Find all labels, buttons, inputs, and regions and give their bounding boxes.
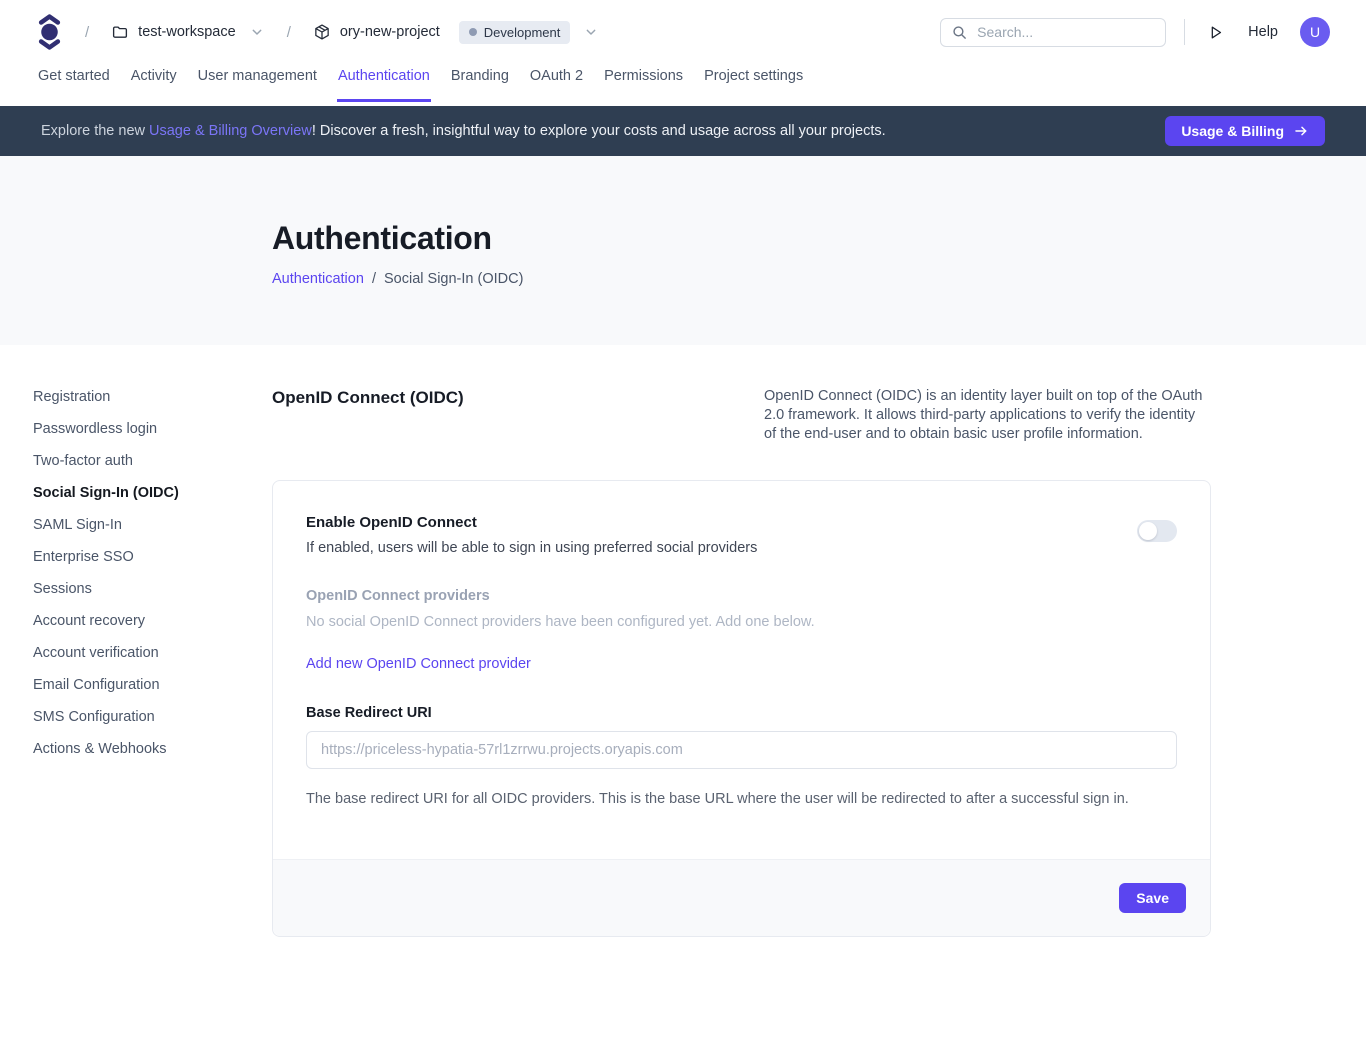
base-redirect-uri-input[interactable] bbox=[306, 731, 1177, 769]
banner-text-prefix: Explore the new bbox=[41, 123, 149, 139]
base-redirect-uri-label: Base Redirect URI bbox=[306, 705, 1177, 721]
tab-oauth2[interactable]: OAuth 2 bbox=[529, 64, 584, 99]
chevron-down-icon bbox=[583, 24, 599, 40]
topbar-right: Help U bbox=[940, 17, 1330, 47]
add-provider-link[interactable]: Add new OpenID Connect provider bbox=[306, 656, 531, 672]
cube-icon bbox=[313, 23, 331, 41]
enable-oidc-description: If enabled, users will be able to sign i… bbox=[306, 540, 757, 556]
tab-authentication[interactable]: Authentication bbox=[337, 64, 431, 102]
tab-branding[interactable]: Branding bbox=[450, 64, 510, 99]
enable-oidc-toggle[interactable] bbox=[1137, 520, 1177, 542]
page-title: Authentication bbox=[272, 220, 1366, 257]
section-title: OpenID Connect (OIDC) bbox=[272, 387, 464, 408]
page-hero: Authentication Authentication / Social S… bbox=[0, 156, 1366, 345]
section-header: OpenID Connect (OIDC) OpenID Connect (OI… bbox=[272, 387, 1211, 444]
workspace-selector[interactable]: test-workspace bbox=[111, 23, 265, 41]
ory-logo-icon[interactable] bbox=[36, 13, 63, 51]
sidebar-item-saml-sign-in[interactable]: SAML Sign-In bbox=[33, 515, 272, 547]
top-bar: / test-workspace / ory-new-project Devel… bbox=[0, 0, 1366, 64]
save-button[interactable]: Save bbox=[1119, 883, 1186, 913]
arrow-right-icon bbox=[1293, 123, 1309, 139]
help-link[interactable]: Help bbox=[1248, 24, 1278, 40]
sidebar-item-two-factor-auth[interactable]: Two-factor auth bbox=[33, 451, 272, 483]
sidebar-item-social-sign-in[interactable]: Social Sign-In (OIDC) bbox=[33, 483, 272, 515]
main-panel: OpenID Connect (OIDC) OpenID Connect (OI… bbox=[272, 387, 1211, 937]
toggle-knob bbox=[1139, 522, 1157, 540]
tab-get-started[interactable]: Get started bbox=[37, 64, 111, 99]
breadcrumb-authentication-link[interactable]: Authentication bbox=[272, 271, 364, 287]
chevron-down-icon bbox=[249, 24, 265, 40]
providers-empty-text: No social OpenID Connect providers have … bbox=[306, 614, 1177, 630]
content-area: Registration Passwordless login Two-fact… bbox=[0, 345, 1366, 937]
environment-label: Development bbox=[484, 25, 561, 40]
sidebar-item-account-recovery[interactable]: Account recovery bbox=[33, 611, 272, 643]
divider bbox=[1184, 19, 1185, 45]
sidebar-item-enterprise-sso[interactable]: Enterprise SSO bbox=[33, 547, 272, 579]
search-icon bbox=[951, 24, 968, 41]
sidebar-item-sessions[interactable]: Sessions bbox=[33, 579, 272, 611]
tab-permissions[interactable]: Permissions bbox=[603, 64, 684, 99]
providers-label: OpenID Connect providers bbox=[306, 588, 1177, 604]
tab-user-management[interactable]: User management bbox=[197, 64, 318, 99]
breadcrumb-separator: / bbox=[287, 24, 291, 41]
search-input[interactable] bbox=[977, 24, 1158, 40]
tab-activity[interactable]: Activity bbox=[130, 64, 178, 99]
play-icon[interactable] bbox=[1207, 24, 1224, 41]
banner-link[interactable]: Usage & Billing Overview bbox=[149, 123, 312, 139]
oidc-settings-card: Enable OpenID Connect If enabled, users … bbox=[272, 480, 1211, 937]
sidebar-item-account-verification[interactable]: Account verification bbox=[33, 643, 272, 675]
tab-project-settings[interactable]: Project settings bbox=[703, 64, 804, 99]
usage-billing-button-label: Usage & Billing bbox=[1181, 123, 1284, 139]
workspace-name: test-workspace bbox=[138, 24, 236, 40]
enable-oidc-label: Enable OpenID Connect bbox=[306, 514, 757, 531]
breadcrumb-separator: / bbox=[85, 24, 89, 41]
environment-badge: Development bbox=[459, 21, 571, 44]
card-body: Enable OpenID Connect If enabled, users … bbox=[273, 481, 1210, 859]
usage-billing-button[interactable]: Usage & Billing bbox=[1165, 116, 1325, 146]
environment-dot-icon bbox=[469, 28, 477, 36]
breadcrumb: Authentication / Social Sign-In (OIDC) bbox=[272, 271, 1366, 287]
sidebar-item-registration[interactable]: Registration bbox=[33, 387, 272, 419]
sidebar-item-sms-configuration[interactable]: SMS Configuration bbox=[33, 707, 272, 739]
sidebar-item-email-configuration[interactable]: Email Configuration bbox=[33, 675, 272, 707]
banner-text: Explore the new Usage & Billing Overview… bbox=[41, 123, 886, 139]
banner-text-suffix: ! Discover a fresh, insightful way to ex… bbox=[312, 123, 886, 139]
sidebar-item-actions-webhooks[interactable]: Actions & Webhooks bbox=[33, 739, 272, 771]
base-redirect-uri-help: The base redirect URI for all OIDC provi… bbox=[306, 791, 1177, 807]
breadcrumb-current: Social Sign-In (OIDC) bbox=[384, 271, 523, 287]
settings-sidenav: Registration Passwordless login Two-fact… bbox=[33, 387, 272, 937]
sidebar-item-passwordless-login[interactable]: Passwordless login bbox=[33, 419, 272, 451]
avatar[interactable]: U bbox=[1300, 17, 1330, 47]
section-description: OpenID Connect (OIDC) is an identity lay… bbox=[764, 387, 1211, 444]
project-selector[interactable]: ory-new-project Development bbox=[313, 21, 600, 44]
enable-oidc-row: Enable OpenID Connect If enabled, users … bbox=[306, 514, 1177, 556]
card-footer: Save bbox=[273, 859, 1210, 936]
search-box[interactable] bbox=[940, 18, 1166, 47]
breadcrumb-separator: / bbox=[372, 271, 376, 287]
folder-icon bbox=[111, 23, 129, 41]
announcement-banner: Explore the new Usage & Billing Overview… bbox=[0, 106, 1366, 156]
enable-oidc-text: Enable OpenID Connect If enabled, users … bbox=[306, 514, 757, 556]
project-name: ory-new-project bbox=[340, 24, 440, 40]
project-tabs: Get started Activity User management Aut… bbox=[0, 64, 1366, 106]
